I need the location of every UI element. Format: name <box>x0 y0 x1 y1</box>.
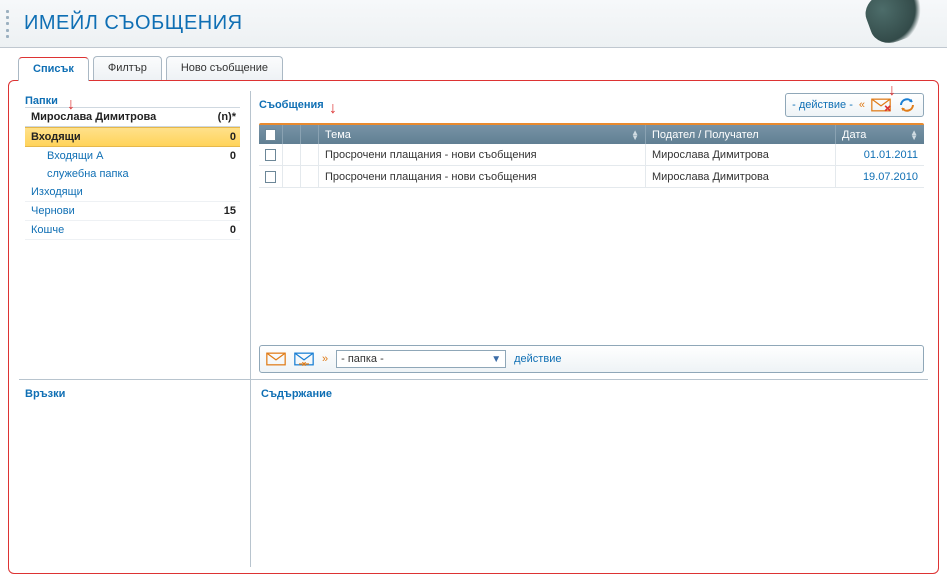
folder-outbox[interactable]: Изходящи - <box>25 183 240 202</box>
folder-count-header: (n)* <box>212 111 236 123</box>
folder-user-row: Мирослава Димитрова (n)* <box>25 107 240 127</box>
cell-date: 19.07.2010 <box>836 166 924 187</box>
message-row[interactable]: Просрочени плащания - нови съобщения Мир… <box>259 166 924 188</box>
col-subject[interactable]: Тема ▲▼ <box>319 125 646 144</box>
select-all-checkbox[interactable] <box>265 129 276 141</box>
folder-user-name: Мирослава Димитрова <box>31 111 156 123</box>
header-decoration <box>827 0 947 48</box>
folders-panel: Папки ↓ Мирослава Димитрова (n)* Входящи… <box>19 91 251 379</box>
messages-panel: Съобщения ↓ ↓ - действие - « <box>251 91 928 379</box>
tab-bar: Списък Филтър Ново съобщение <box>0 56 947 80</box>
cell-sender: Мирослава Димитрова <box>646 144 836 165</box>
move-mail-icon[interactable] <box>294 350 314 368</box>
cell-date: 01.01.2011 <box>836 144 924 165</box>
email-page: ИМЕЙЛ СЪОБЩЕНИЯ Списък Филтър Ново съобщ… <box>0 0 947 584</box>
cell-sender: Мирослава Димитрова <box>646 166 836 187</box>
page-title: ИМЕЙЛ СЪОБЩЕНИЯ <box>24 12 243 35</box>
folder-inbox[interactable]: Входящи 0 <box>25 127 240 147</box>
messages-grid-header: Тема ▲▼ Подател / Получател Дата ▲▼ <box>259 123 924 144</box>
content-title: Съдържание <box>261 388 332 400</box>
sort-icon: ▲▼ <box>910 130 918 140</box>
messages-action-box: - действие - « <box>785 93 924 117</box>
row-checkbox[interactable] <box>265 149 276 161</box>
tab-list[interactable]: Списък <box>18 57 89 81</box>
chevron-right-icon: » <box>322 353 328 365</box>
col-date[interactable]: Дата ▲▼ <box>836 125 924 144</box>
topbar: ИМЕЙЛ СЪОБЩЕНИЯ <box>0 0 947 48</box>
folder-drafts[interactable]: Чернови 15 <box>25 202 240 221</box>
col-sender[interactable]: Подател / Получател <box>646 125 836 144</box>
links-title: Връзки <box>25 388 65 400</box>
arrow-down-icon: ↓ <box>329 101 337 117</box>
links-panel: Връзки <box>19 379 251 567</box>
tab-new-message[interactable]: Ново съобщение <box>166 56 283 80</box>
chevron-down-icon: ▼ <box>491 354 501 365</box>
messages-title: Съобщения <box>259 99 324 111</box>
folder-service[interactable]: служебна папка - <box>25 165 240 183</box>
grip-icon <box>6 8 12 40</box>
folder-trash[interactable]: Кошче 0 <box>25 221 240 240</box>
messages-footer: » - папка - ▼ действие <box>259 345 924 373</box>
arrow-down-icon: ↓ <box>67 97 75 113</box>
refresh-icon[interactable] <box>897 96 917 114</box>
workspace: Папки ↓ Мирослава Димитрова (n)* Входящи… <box>8 80 939 574</box>
folder-inbox-a[interactable]: Входящи А 0 <box>25 147 240 165</box>
folders-title: Папки <box>25 95 58 107</box>
chevron-left-icon: « <box>859 99 865 111</box>
footer-action-link[interactable]: действие <box>514 353 561 365</box>
sort-icon: ▲▼ <box>631 130 639 140</box>
content-panel: Съдържание <box>251 379 928 567</box>
arrow-down-icon: ↓ <box>888 83 896 99</box>
mark-read-icon[interactable] <box>266 350 286 368</box>
folder-select[interactable]: - папка - ▼ <box>336 350 506 368</box>
action-dropdown[interactable]: - действие - <box>792 99 853 111</box>
message-row[interactable]: Просрочени плащания - нови съобщения Мир… <box>259 144 924 166</box>
row-checkbox[interactable] <box>265 171 276 183</box>
cell-subject: Просрочени плащания - нови съобщения <box>319 166 646 187</box>
tab-filter[interactable]: Филтър <box>93 56 162 80</box>
cell-subject: Просрочени плащания - нови съобщения <box>319 144 646 165</box>
